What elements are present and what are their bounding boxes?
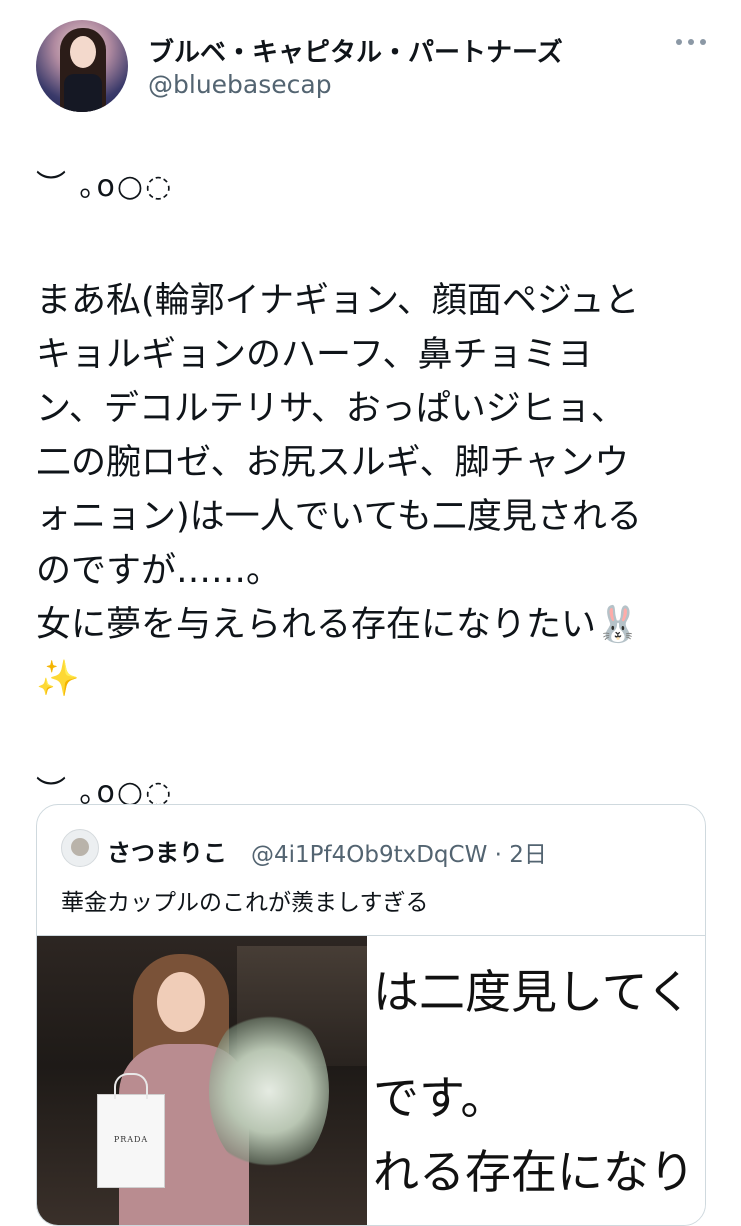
quoted-tweet-text: 華金カップルのこれが羨ましすぎる	[61, 890, 429, 916]
photo-person-face	[157, 972, 205, 1032]
author-handle[interactable]: @bluebasecap	[148, 70, 332, 99]
tweet-body: まあ私(輪郭イナギョン、顔面ペジュと キョルギョンのハーフ、鼻チョミヨ ン、デコ…	[36, 281, 642, 699]
more-dot	[676, 39, 682, 45]
quoted-tweet-card[interactable]: さつまりこ @4i1Pf4Ob9txDqCW · 2日 華金カップルのこれが羨ま…	[36, 804, 706, 1226]
photo-shopping-bag: PRADA	[97, 1073, 165, 1188]
more-dot	[688, 39, 694, 45]
tweet-text: ︶ ｡o○◌ まあ私(輪郭イナギョン、顔面ペジュと キョルギョンのハーフ、鼻チョ…	[36, 160, 716, 820]
quoted-author-handle-time: @4i1Pf4Ob9txDqCW · 2日	[251, 842, 547, 868]
bag-logo-text: PRADA	[113, 1135, 149, 1144]
quoted-tweet-media[interactable]: PRADA は二度見してく です。 れる存在になり	[37, 935, 705, 1225]
tweet-deco-line-top: ︶ ｡o○◌	[36, 169, 174, 204]
more-horizontal-icon[interactable]	[676, 30, 706, 54]
text-image-line: れる存在になり	[373, 1145, 695, 1199]
bag-handle	[114, 1073, 148, 1099]
quoted-author-name[interactable]: さつまりこ	[107, 833, 227, 868]
photo-bouquet	[209, 1006, 329, 1176]
quoted-text-image[interactable]: は二度見してく です。 れる存在になり	[367, 936, 705, 1225]
quoted-photo[interactable]: PRADA	[37, 936, 367, 1225]
quoted-author-avatar[interactable]	[61, 829, 99, 867]
more-dot	[700, 39, 706, 45]
avatar-dress-shape	[64, 74, 102, 112]
author-avatar[interactable]	[36, 20, 128, 112]
avatar-face-shape	[70, 36, 96, 68]
author-display-name[interactable]: ブルベ・キャピタル・パートナーズ	[148, 32, 563, 69]
text-image-line: です。	[373, 1071, 507, 1125]
tweet-header: ブルベ・キャピタル・パートナーズ @bluebasecap	[36, 20, 706, 116]
text-image-line: は二度見してく	[373, 965, 693, 1019]
